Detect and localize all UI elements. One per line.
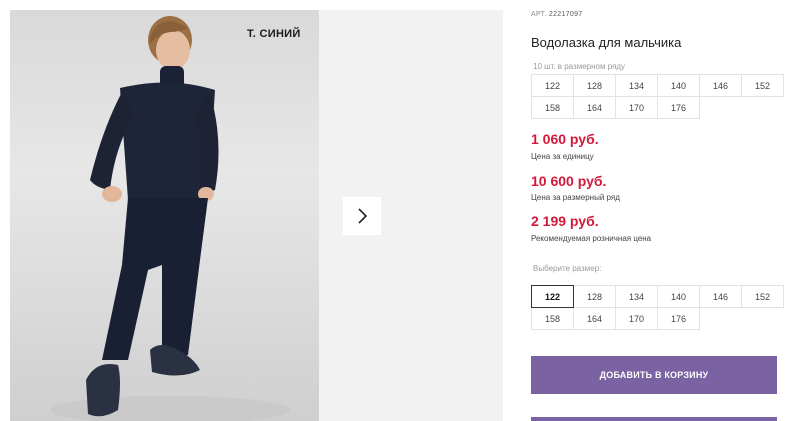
range-size-cell: 170 <box>615 96 658 119</box>
size-option-176[interactable]: 176 <box>657 307 700 330</box>
size-option-140[interactable]: 140 <box>657 285 700 308</box>
unit-price: 1 060 руб. <box>531 131 599 147</box>
article-code: АРТ. 22217097 <box>531 11 582 18</box>
range-price-note: Цена за размерный ряд <box>531 193 620 202</box>
model-illustration <box>50 16 290 421</box>
size-picker: 122 128 134 140 146 152 158 164 170 176 <box>531 285 784 330</box>
secondary-button[interactable] <box>531 417 777 421</box>
size-range-grid: 122 128 134 140 146 152 158 164 170 176 <box>531 74 784 119</box>
unit-price-note: Цена за единицу <box>531 152 594 161</box>
range-price: 10 600 руб. <box>531 173 607 189</box>
range-size-cell: 122 <box>531 74 574 97</box>
size-range-label: 10 шт. в размерном ряду <box>533 62 626 71</box>
choose-size-label: Выберите размер: <box>533 264 602 273</box>
article-number: 22217097 <box>548 11 583 18</box>
range-size-cell: 152 <box>741 74 784 97</box>
product-photo[interactable]: т. синий <box>10 10 319 421</box>
next-image-button[interactable] <box>343 197 381 235</box>
color-label: т. синий <box>247 28 301 40</box>
size-option-146[interactable]: 146 <box>699 285 742 308</box>
range-size-cell: 164 <box>573 96 616 119</box>
product-gallery: т. синий <box>10 10 503 421</box>
size-option-164[interactable]: 164 <box>573 307 616 330</box>
size-option-128[interactable]: 128 <box>573 285 616 308</box>
range-size-cell: 146 <box>699 74 742 97</box>
range-size-cell: 176 <box>657 96 700 119</box>
size-option-170[interactable]: 170 <box>615 307 658 330</box>
size-option-134[interactable]: 134 <box>615 285 658 308</box>
retail-price-note: Рекомендуемая розничная цена <box>531 234 652 243</box>
size-option-152[interactable]: 152 <box>741 285 784 308</box>
range-size-cell: 158 <box>531 96 574 119</box>
size-option-122[interactable]: 122 <box>531 285 574 308</box>
range-size-cell: 134 <box>615 74 658 97</box>
add-to-cart-button[interactable]: ДОБАВИТЬ В КОРЗИНУ <box>531 356 777 394</box>
chevron-right-icon <box>358 208 368 224</box>
range-size-cell: 140 <box>657 74 700 97</box>
article-prefix: АРТ. <box>531 11 547 18</box>
product-title: Водолазка для мальчика <box>531 35 682 50</box>
size-option-158[interactable]: 158 <box>531 307 574 330</box>
range-size-cell: 128 <box>573 74 616 97</box>
retail-price: 2 199 руб. <box>531 213 599 229</box>
